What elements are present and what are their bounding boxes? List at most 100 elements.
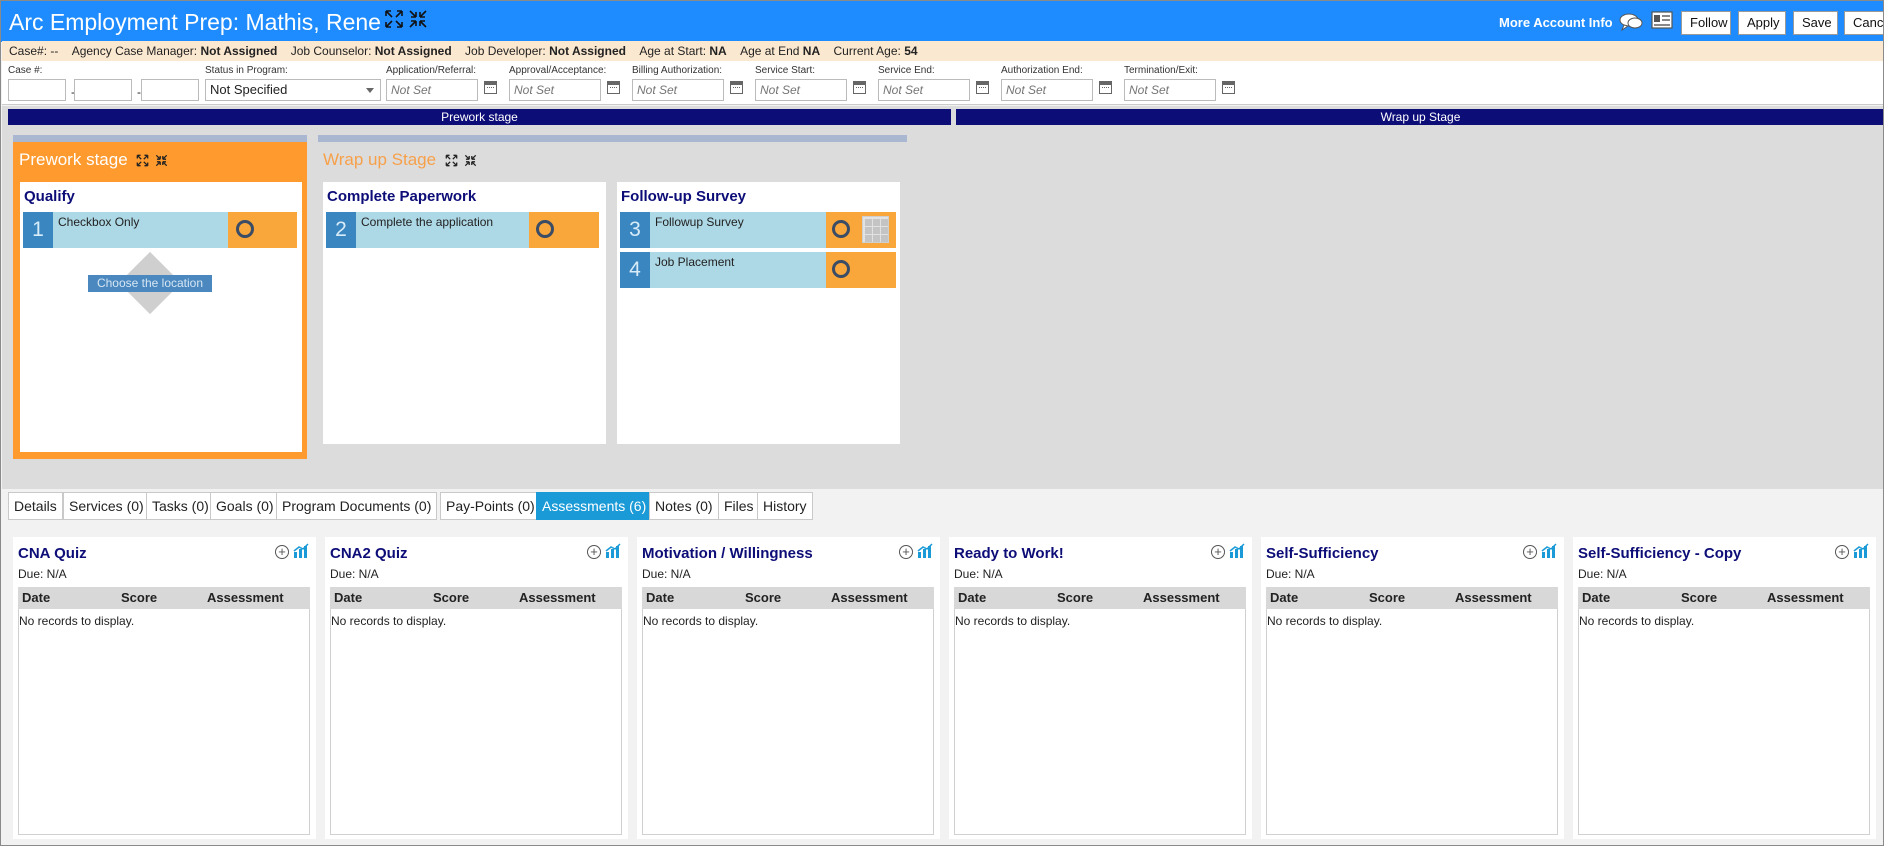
expand-icon[interactable]	[445, 154, 458, 167]
termination-exit-input[interactable]	[1124, 79, 1216, 101]
approval-acceptance-input[interactable]	[509, 79, 601, 101]
task-name: Complete the application	[356, 212, 529, 248]
column-header-score[interactable]: Score	[1681, 587, 1717, 609]
table-header: Date Score Assessment	[642, 587, 934, 609]
calendar-icon[interactable]	[1222, 81, 1235, 94]
apply-button[interactable]: Apply	[1738, 11, 1786, 35]
column-header-assessment[interactable]: Assessment	[1455, 587, 1532, 609]
column-header-date[interactable]: Date	[646, 587, 674, 609]
column-header-score[interactable]: Score	[121, 587, 157, 609]
stage-board: Prework stage Wrap up Stage Prework stag…	[2, 106, 1883, 489]
tab-program-documents[interactable]: Program Documents (0)	[276, 492, 438, 520]
chat-icon[interactable]	[1619, 12, 1643, 32]
expand-icon[interactable]	[384, 9, 404, 29]
follow-button[interactable]: Follow	[1681, 11, 1731, 35]
job-developer-value: Not Assigned	[549, 44, 626, 58]
drop-target[interactable]: Choose the location	[88, 248, 212, 318]
calendar-icon[interactable]	[484, 81, 497, 94]
tab-assessments[interactable]: Assessments (6)	[536, 492, 653, 520]
calendar-icon[interactable]	[730, 81, 743, 94]
column-header-assessment[interactable]: Assessment	[207, 587, 284, 609]
column-header-assessment[interactable]: Assessment	[519, 587, 596, 609]
column-header-date[interactable]: Date	[334, 587, 362, 609]
status-ring-icon[interactable]	[536, 220, 554, 238]
contact-card-icon[interactable]	[1651, 11, 1673, 29]
add-icon[interactable]: +	[275, 545, 289, 559]
service-end-input[interactable]	[878, 79, 970, 101]
column-header-score[interactable]: Score	[433, 587, 469, 609]
authorization-end-input[interactable]	[1001, 79, 1093, 101]
chevron-down-icon	[366, 88, 374, 93]
status-select[interactable]: Not Specified	[205, 79, 381, 101]
assessment-title: Motivation / Willingness	[642, 545, 813, 562]
authorization-end-field: Authorization End:	[1001, 65, 1093, 101]
grid-icon[interactable]	[862, 216, 889, 243]
case-number-part2-input[interactable]	[74, 79, 132, 101]
chart-icon[interactable]	[917, 543, 933, 559]
tab-files[interactable]: Files	[718, 492, 760, 520]
case-number-label: Case#: --	[9, 44, 59, 58]
calendar-icon[interactable]	[607, 81, 620, 94]
tab-pay-points[interactable]: Pay-Points (0)	[440, 492, 541, 520]
collapse-icon[interactable]	[155, 154, 168, 167]
task-card[interactable]: 3 Followup Survey	[620, 212, 896, 248]
application-referral-input[interactable]	[386, 79, 478, 101]
column-header-date[interactable]: Date	[22, 587, 50, 609]
tab-goals[interactable]: Goals (0)	[210, 492, 280, 520]
task-card[interactable]: 1 Checkbox Only	[23, 212, 297, 248]
prework-stage-panel: Prework stage Qualify 1 Checkbox Only Ch…	[13, 142, 307, 459]
more-account-info-link[interactable]: More Account Info	[1499, 15, 1613, 30]
column-header-assessment[interactable]: Assessment	[831, 587, 908, 609]
column-header-score[interactable]: Score	[745, 587, 781, 609]
tab-details[interactable]: Details	[8, 492, 63, 520]
chart-icon[interactable]	[605, 543, 621, 559]
expand-icon[interactable]	[136, 154, 149, 167]
task-card[interactable]: 4 Job Placement	[620, 252, 896, 288]
collapse-icon[interactable]	[464, 154, 477, 167]
column-header-date[interactable]: Date	[1582, 587, 1610, 609]
status-ring-icon[interactable]	[236, 220, 254, 238]
stagebar-wrapup: Wrap up Stage	[956, 109, 1883, 125]
column-header-score[interactable]: Score	[1057, 587, 1093, 609]
tab-history[interactable]: History	[757, 492, 813, 520]
calendar-icon[interactable]	[976, 81, 989, 94]
add-icon[interactable]: +	[1835, 545, 1849, 559]
age-at-end-value: NA	[802, 44, 821, 58]
chart-icon[interactable]	[1541, 543, 1557, 559]
column-header-date[interactable]: Date	[958, 587, 986, 609]
case-number-part3-input[interactable]	[141, 79, 199, 101]
calendar-icon[interactable]	[1099, 81, 1112, 94]
task-actions	[826, 252, 896, 288]
chart-icon[interactable]	[1229, 543, 1245, 559]
service-start-input[interactable]	[755, 79, 847, 101]
status-ring-icon[interactable]	[832, 220, 850, 238]
column-header-date[interactable]: Date	[1270, 587, 1298, 609]
calendar-icon[interactable]	[853, 81, 866, 94]
save-button[interactable]: Save	[1793, 11, 1838, 35]
prework-stage-title: Prework stage	[19, 150, 168, 170]
case-number-part1-input[interactable]	[8, 79, 66, 101]
add-icon[interactable]: +	[1523, 545, 1537, 559]
tab-tasks[interactable]: Tasks (0)	[146, 492, 215, 520]
task-card[interactable]: 2 Complete the application	[326, 212, 599, 248]
empty-message: No records to display.	[1579, 614, 1695, 628]
table-body	[1578, 609, 1870, 835]
column-header-assessment[interactable]: Assessment	[1767, 587, 1844, 609]
tab-services[interactable]: Services (0)	[63, 492, 150, 520]
add-icon[interactable]: +	[899, 545, 913, 559]
column-qualify: Qualify 1 Checkbox Only Choose the locat…	[20, 182, 302, 452]
status-ring-icon[interactable]	[832, 260, 850, 278]
collapse-icon[interactable]	[408, 9, 428, 29]
header-bar: Arc Employment Prep: Mathis, Rene More A…	[1, 1, 1883, 42]
column-header-assessment[interactable]: Assessment	[1143, 587, 1220, 609]
billing-authorization-input[interactable]	[632, 79, 724, 101]
cancel-button[interactable]: Cancel	[1844, 11, 1883, 35]
wrapup-stage-title: Wrap up Stage	[323, 150, 477, 170]
add-icon[interactable]: +	[587, 545, 601, 559]
status-label: Status in Program:	[205, 65, 288, 76]
add-icon[interactable]: +	[1211, 545, 1225, 559]
tab-notes[interactable]: Notes (0)	[649, 492, 719, 520]
column-header-score[interactable]: Score	[1369, 587, 1405, 609]
chart-icon[interactable]	[293, 543, 309, 559]
chart-icon[interactable]	[1853, 543, 1869, 559]
